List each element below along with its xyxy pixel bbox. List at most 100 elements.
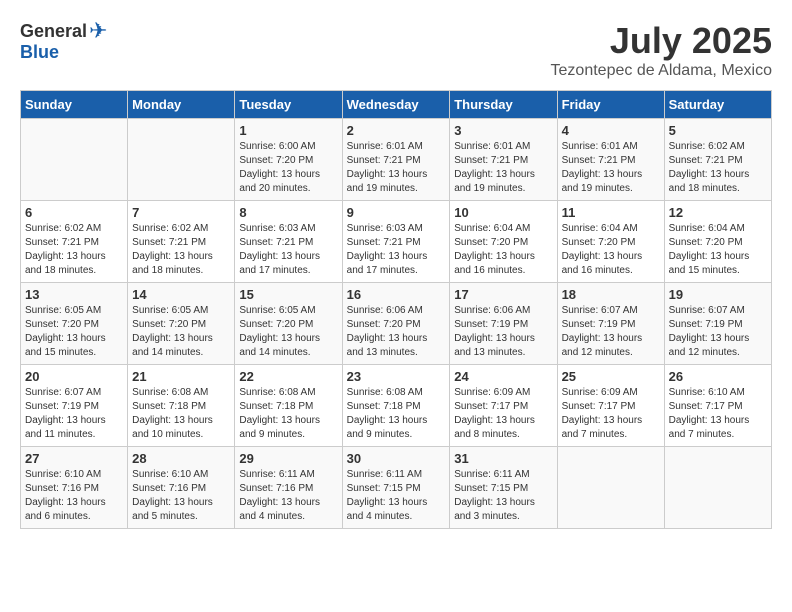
calendar-cell: 6 Sunrise: 6:02 AMSunset: 7:21 PMDaylight… — [21, 201, 128, 283]
day-number: 16 — [347, 287, 446, 302]
calendar-cell: 9 Sunrise: 6:03 AMSunset: 7:21 PMDaylight… — [342, 201, 450, 283]
calendar-cell: 25Sunrise: 6:09 AMSunset: 7:17 PMDayligh… — [557, 365, 664, 447]
calendar-cell: 3Sunrise: 6:01 AMSunset: 7:21 PMDaylight… — [450, 119, 557, 201]
calendar-cell: 29 Sunrise: 6:11 AMSunset: 7:16 PMDayligh… — [235, 447, 342, 529]
calendar-cell: 1 Sunrise: 6:00 AMSunset: 7:20 PMDaylight… — [235, 119, 342, 201]
logo-bird-icon: ✈ — [89, 20, 107, 42]
day-number: 19 — [669, 287, 767, 302]
calendar-cell: 11Sunrise: 6:04 AMSunset: 7:20 PMDayligh… — [557, 201, 664, 283]
day-info: Sunrise: 6:09 AMSunset: 7:17 PMDaylight:… — [454, 386, 552, 442]
day-number: 23 — [347, 369, 446, 384]
day-number: 3 — [454, 123, 552, 138]
day-number: 14 — [132, 287, 230, 302]
day-number: 31 — [454, 451, 552, 466]
calendar-week-row: 1 Sunrise: 6:00 AMSunset: 7:20 PMDaylight… — [21, 119, 772, 201]
calendar-header-row: SundayMondayTuesdayWednesdayThursdayFrid… — [21, 91, 772, 119]
day-number: 10 — [454, 205, 552, 220]
calendar-cell: 26 Sunrise: 6:10 AMSunset: 7:17 PMDayligh… — [664, 365, 771, 447]
logo-general: General — [20, 21, 87, 42]
day-info: Sunrise: 6:08 AMSunset: 7:18 PMDaylight:… — [132, 386, 230, 442]
logo-blue: Blue — [20, 42, 59, 63]
day-info: Sunrise: 6:05 AMSunset: 7:20 PMDaylight:… — [239, 304, 337, 360]
day-number: 22 — [239, 369, 337, 384]
calendar-week-row: 13 Sunrise: 6:05 AMSunset: 7:20 PMDayligh… — [21, 283, 772, 365]
calendar-cell: 23 Sunrise: 6:08 AMSunset: 7:18 PMDayligh… — [342, 365, 450, 447]
day-number: 1 — [239, 123, 337, 138]
day-info: Sunrise: 6:10 AMSunset: 7:17 PMDaylight:… — [669, 386, 767, 442]
day-number: 8 — [239, 205, 337, 220]
calendar-cell: 30Sunrise: 6:11 AMSunset: 7:15 PMDayligh… — [342, 447, 450, 529]
day-info: Sunrise: 6:00 AMSunset: 7:20 PMDaylight:… — [239, 140, 337, 196]
day-info: Sunrise: 6:08 AMSunset: 7:18 PMDaylight:… — [239, 386, 337, 442]
day-of-week-header: Wednesday — [342, 91, 450, 119]
day-info: Sunrise: 6:09 AMSunset: 7:17 PMDaylight:… — [562, 386, 660, 442]
day-info: Sunrise: 6:05 AMSunset: 7:20 PMDaylight:… — [25, 304, 123, 360]
calendar-cell: 28 Sunrise: 6:10 AMSunset: 7:16 PMDayligh… — [128, 447, 235, 529]
calendar-cell: 27 Sunrise: 6:10 AMSunset: 7:16 PMDayligh… — [21, 447, 128, 529]
day-of-week-header: Thursday — [450, 91, 557, 119]
day-info: Sunrise: 6:01 AMSunset: 7:21 PMDaylight:… — [347, 140, 446, 196]
calendar-cell — [128, 119, 235, 201]
day-number: 13 — [25, 287, 123, 302]
day-number: 12 — [669, 205, 767, 220]
day-info: Sunrise: 6:07 AMSunset: 7:19 PMDaylight:… — [25, 386, 123, 442]
day-number: 21 — [132, 369, 230, 384]
day-number: 9 — [347, 205, 446, 220]
day-info: Sunrise: 6:02 AMSunset: 7:21 PMDaylight:… — [669, 140, 767, 196]
calendar-cell: 16 Sunrise: 6:06 AMSunset: 7:20 PMDayligh… — [342, 283, 450, 365]
calendar-cell: 21 Sunrise: 6:08 AMSunset: 7:18 PMDayligh… — [128, 365, 235, 447]
calendar-cell: 13 Sunrise: 6:05 AMSunset: 7:20 PMDayligh… — [21, 283, 128, 365]
day-of-week-header: Friday — [557, 91, 664, 119]
day-info: Sunrise: 6:03 AMSunset: 7:21 PMDaylight:… — [239, 222, 337, 278]
calendar-cell — [664, 447, 771, 529]
calendar-week-row: 20 Sunrise: 6:07 AMSunset: 7:19 PMDayligh… — [21, 365, 772, 447]
day-info: Sunrise: 6:11 AMSunset: 7:15 PMDaylight:… — [454, 468, 552, 524]
calendar-cell — [21, 119, 128, 201]
day-number: 29 — [239, 451, 337, 466]
day-number: 20 — [25, 369, 123, 384]
day-info: Sunrise: 6:02 AMSunset: 7:21 PMDaylight:… — [132, 222, 230, 278]
month-title: July 2025 — [551, 20, 772, 62]
day-info: Sunrise: 6:06 AMSunset: 7:19 PMDaylight:… — [454, 304, 552, 360]
day-number: 15 — [239, 287, 337, 302]
day-number: 26 — [669, 369, 767, 384]
day-number: 24 — [454, 369, 552, 384]
day-number: 30 — [347, 451, 446, 466]
calendar-cell: 22 Sunrise: 6:08 AMSunset: 7:18 PMDayligh… — [235, 365, 342, 447]
day-number: 11 — [562, 205, 660, 220]
calendar-cell: 8 Sunrise: 6:03 AMSunset: 7:21 PMDaylight… — [235, 201, 342, 283]
page-header: General ✈ Blue July 2025 Tezontepec de A… — [20, 20, 772, 80]
day-info: Sunrise: 6:03 AMSunset: 7:21 PMDaylight:… — [347, 222, 446, 278]
calendar-cell: 18Sunrise: 6:07 AMSunset: 7:19 PMDayligh… — [557, 283, 664, 365]
title-block: July 2025 Tezontepec de Aldama, Mexico — [551, 20, 772, 80]
calendar-table: SundayMondayTuesdayWednesdayThursdayFrid… — [20, 90, 772, 529]
calendar-cell: 5Sunrise: 6:02 AMSunset: 7:21 PMDaylight… — [664, 119, 771, 201]
day-info: Sunrise: 6:04 AMSunset: 7:20 PMDaylight:… — [454, 222, 552, 278]
day-number: 27 — [25, 451, 123, 466]
calendar-cell: 15 Sunrise: 6:05 AMSunset: 7:20 PMDayligh… — [235, 283, 342, 365]
day-number: 6 — [25, 205, 123, 220]
day-number: 4 — [562, 123, 660, 138]
day-number: 2 — [347, 123, 446, 138]
calendar-cell: 24 Sunrise: 6:09 AMSunset: 7:17 PMDayligh… — [450, 365, 557, 447]
day-info: Sunrise: 6:02 AMSunset: 7:21 PMDaylight:… — [25, 222, 123, 278]
day-info: Sunrise: 6:05 AMSunset: 7:20 PMDaylight:… — [132, 304, 230, 360]
calendar-cell: 4 Sunrise: 6:01 AMSunset: 7:21 PMDaylight… — [557, 119, 664, 201]
day-of-week-header: Tuesday — [235, 91, 342, 119]
day-info: Sunrise: 6:08 AMSunset: 7:18 PMDaylight:… — [347, 386, 446, 442]
day-info: Sunrise: 6:10 AMSunset: 7:16 PMDaylight:… — [25, 468, 123, 524]
day-number: 28 — [132, 451, 230, 466]
location-title: Tezontepec de Aldama, Mexico — [551, 62, 772, 80]
calendar-cell: 14 Sunrise: 6:05 AMSunset: 7:20 PMDayligh… — [128, 283, 235, 365]
day-info: Sunrise: 6:11 AMSunset: 7:16 PMDaylight:… — [239, 468, 337, 524]
calendar-cell: 31 Sunrise: 6:11 AMSunset: 7:15 PMDayligh… — [450, 447, 557, 529]
day-of-week-header: Saturday — [664, 91, 771, 119]
day-number: 7 — [132, 205, 230, 220]
calendar-cell — [557, 447, 664, 529]
calendar-cell: 20 Sunrise: 6:07 AMSunset: 7:19 PMDayligh… — [21, 365, 128, 447]
day-number: 17 — [454, 287, 552, 302]
day-number: 18 — [562, 287, 660, 302]
day-info: Sunrise: 6:06 AMSunset: 7:20 PMDaylight:… — [347, 304, 446, 360]
day-info: Sunrise: 6:01 AMSunset: 7:21 PMDaylight:… — [562, 140, 660, 196]
day-info: Sunrise: 6:10 AMSunset: 7:16 PMDaylight:… — [132, 468, 230, 524]
